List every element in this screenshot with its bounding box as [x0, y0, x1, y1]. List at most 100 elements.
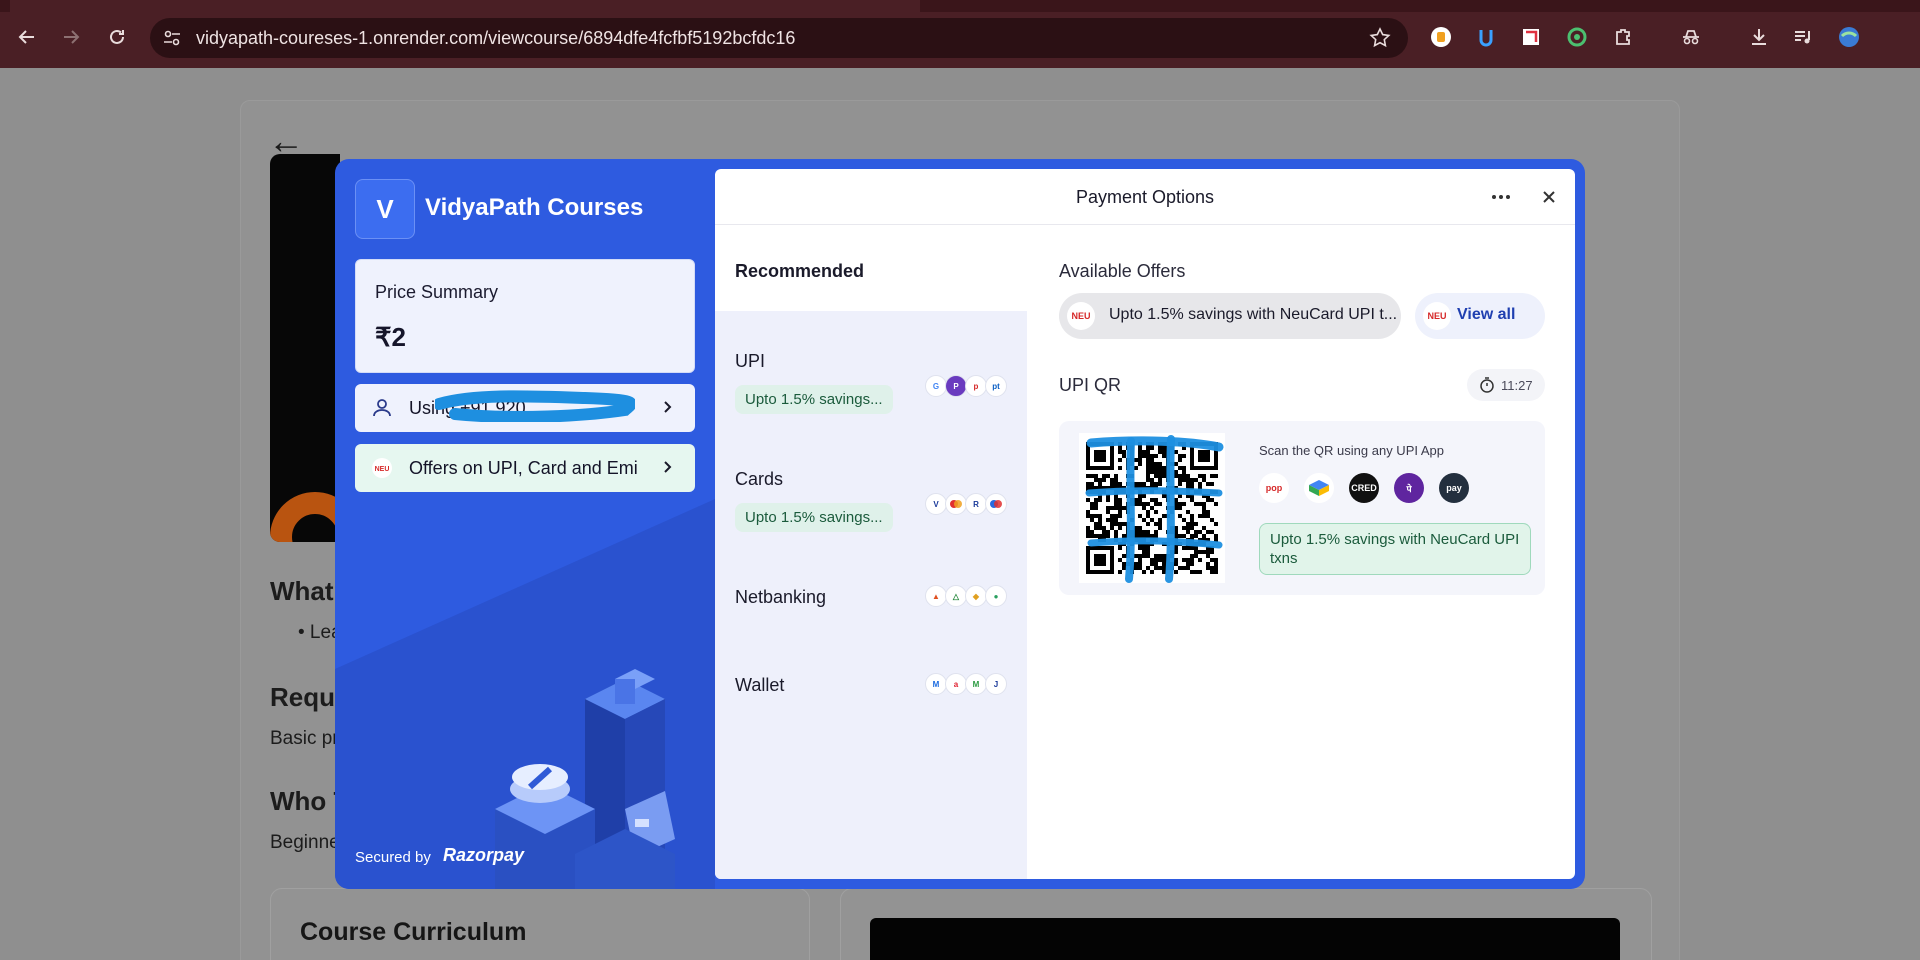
merchant-panel: V VidyaPath Courses Price Summary ₹2 Usi…: [335, 159, 715, 889]
curriculum-title: Course Curriculum: [300, 918, 527, 946]
cred-app-icon: CRED: [1349, 473, 1379, 503]
redaction-scribble: [435, 390, 635, 422]
method-icons: ▲ △ ◆ ●: [925, 585, 1007, 607]
amazon-pay-app-icon: pay: [1439, 473, 1469, 503]
rupay-icon: R: [965, 493, 987, 515]
neucard-icon: NEU: [1423, 302, 1451, 330]
method-wallet[interactable]: Wallet M a M J: [715, 655, 1027, 755]
timer-icon: [1480, 377, 1494, 393]
star-icon[interactable]: [1368, 26, 1392, 50]
chevron-right-icon: [664, 461, 672, 473]
paytm-icon: pt: [985, 375, 1007, 397]
video-player[interactable]: [870, 918, 1620, 960]
offers-row[interactable]: NEU Offers on UPI, Card and Emi: [355, 444, 695, 492]
tab-strip: [0, 0, 1920, 12]
airtel-icon: a: [945, 673, 967, 695]
phonepe-app-icon: पे: [1394, 473, 1424, 503]
recommended-label: Recommended: [735, 261, 865, 281]
jio-icon: J: [985, 673, 1007, 695]
qr-code-image: [1085, 435, 1224, 583]
view-all-offers-button[interactable]: NEU View all: [1415, 293, 1545, 339]
razorpay-logo: Razorpay: [443, 845, 525, 865]
method-icons: G P p pt: [925, 375, 1007, 397]
banner-decoration: [270, 492, 340, 542]
wallet-m-icon: M: [965, 673, 987, 695]
extension-icon[interactable]: [1516, 22, 1546, 52]
url-text[interactable]: vidyapath-coureses-1.onrender.com/viewco…: [196, 28, 795, 49]
view-all-label: View all: [1457, 306, 1516, 323]
method-netbanking[interactable]: Netbanking ▲ △ ◆ ●: [715, 567, 1027, 667]
close-icon[interactable]: [1535, 183, 1563, 211]
user-contact-row[interactable]: Using +91 920: [355, 384, 695, 432]
qr-code[interactable]: [1079, 433, 1225, 583]
phonepe-icon: P: [945, 375, 967, 397]
extension-icon[interactable]: [1426, 22, 1456, 52]
section-heading: Requi: [270, 682, 343, 712]
maestro-icon: [985, 493, 1007, 515]
merchant-name: VidyaPath Courses: [425, 194, 644, 221]
mastercard-icon: [945, 493, 967, 515]
reload-icon[interactable]: [102, 22, 132, 52]
download-icon[interactable]: [1744, 22, 1774, 52]
price-summary-label: Price Summary: [375, 282, 499, 302]
incognito-icon[interactable]: [1676, 22, 1706, 52]
pop-icon: p: [965, 375, 987, 397]
gpay-icon: G: [925, 375, 947, 397]
offer-pill-text: Upto 1.5% savings with NeuCard UPI t...: [1109, 306, 1398, 323]
paragraph: Beginne: [270, 832, 340, 853]
pop-app-icon: pop: [1259, 473, 1289, 503]
course-banner: [270, 154, 340, 542]
neucard-icon: NEU: [372, 458, 392, 478]
method-icons: M a M J: [925, 673, 1007, 695]
neucard-icon: NEU: [1067, 302, 1095, 330]
price-summary: Price Summary ₹2: [355, 259, 695, 373]
paragraph: Basic pr: [270, 728, 339, 749]
method-offer-badge: Upto 1.5% savings...: [735, 385, 893, 414]
method-upi[interactable]: UPI Upto 1.5% savings... G P p pt: [715, 331, 1027, 431]
price-amount: ₹2: [375, 322, 407, 352]
method-cards[interactable]: Cards Upto 1.5% savings... V R: [715, 449, 1027, 549]
method-name: Wallet: [735, 675, 785, 695]
site-info-icon[interactable]: [162, 28, 182, 48]
bank-icon: ◆: [965, 585, 987, 607]
extension-icon[interactable]: [1562, 22, 1592, 52]
profile-icon[interactable]: [1834, 22, 1864, 52]
method-name: UPI: [735, 351, 766, 371]
method-name: Cards: [735, 469, 784, 489]
panel-header: Payment Options: [715, 169, 1575, 225]
qr-offer-badge: Upto 1.5% savings with NeuCard UPI txns: [1259, 523, 1531, 575]
scan-instructions: Scan the QR using any UPI App: [1259, 443, 1444, 458]
payment-methods: Recommended UPI Upto 1.5% savings... G P…: [715, 225, 1027, 879]
offers-row-label: Offers on UPI, Card and Emi: [409, 458, 638, 478]
more-options-icon[interactable]: [1487, 183, 1515, 211]
extension-icon[interactable]: [1472, 22, 1502, 52]
upi-app-icons: pop CRED पे pay: [1259, 473, 1484, 503]
user-icon: [373, 399, 391, 417]
extension-icon[interactable]: [1608, 22, 1638, 52]
offer-pill[interactable]: NEU Upto 1.5% savings with NeuCard UPI t…: [1059, 293, 1401, 339]
visa-icon: V: [925, 493, 947, 515]
panel-title: Payment Options: [1075, 187, 1215, 207]
available-offers-label: Available Offers: [1059, 261, 1186, 281]
active-tab[interactable]: [10, 0, 920, 12]
secured-by-label: Secured by: [355, 849, 431, 866]
timer-value: 11:27: [1501, 378, 1533, 393]
media-icon[interactable]: [1788, 22, 1818, 52]
method-name: Netbanking: [735, 587, 827, 607]
bank-icon: ▲: [925, 585, 947, 607]
qr-timer: 11:27: [1467, 369, 1545, 401]
browser-toolbar: vidyapath-coureses-1.onrender.com/viewco…: [0, 0, 1920, 68]
chevron-right-icon: [664, 401, 672, 413]
methods-list: UPI Upto 1.5% savings... G P p pt Cards …: [715, 311, 1027, 879]
gpay-app-icon: [1304, 473, 1334, 503]
upi-qr-label: UPI QR: [1059, 375, 1122, 395]
mobikwik-icon: M: [925, 673, 947, 695]
address-bar[interactable]: vidyapath-coureses-1.onrender.com/viewco…: [150, 18, 1408, 58]
payment-options-panel: Payment Options Recommended UPI Upto 1.5…: [715, 169, 1575, 879]
svg-text:NEU: NEU: [375, 466, 390, 473]
forward-icon[interactable]: [56, 22, 86, 52]
method-icons: V R: [925, 493, 1007, 515]
back-icon[interactable]: [12, 22, 42, 52]
section-heading: What: [270, 576, 334, 606]
merchant-logo: V: [355, 179, 415, 239]
